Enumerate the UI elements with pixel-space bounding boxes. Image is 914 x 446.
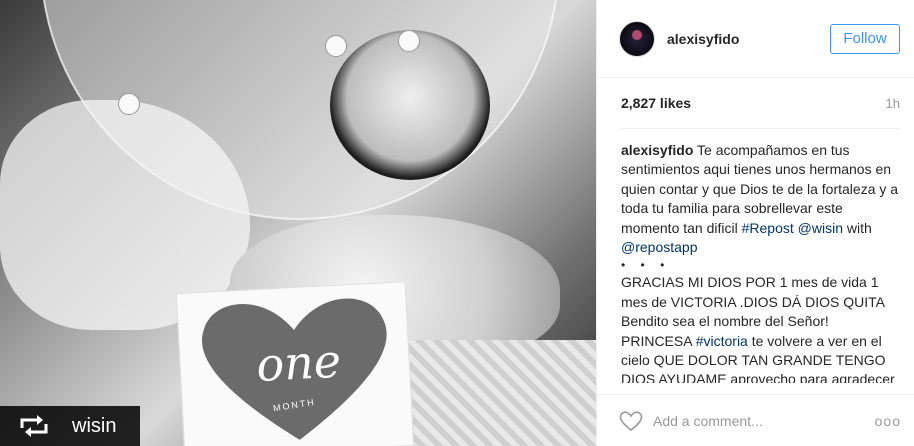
- caption-with: with: [846, 219, 872, 236]
- caption: alexisyfido Te acompañamos en tus sentim…: [597, 129, 914, 383]
- caption-username[interactable]: alexisyfido: [621, 142, 693, 158]
- hashtag-victoria[interactable]: #victoria: [696, 333, 748, 349]
- avatar[interactable]: [619, 20, 655, 57]
- more-options-icon[interactable]: ooo: [875, 413, 901, 429]
- card-word: one: [255, 333, 343, 392]
- incubator-knob: [325, 35, 347, 57]
- post-username[interactable]: alexisyfido: [667, 31, 830, 47]
- post-time[interactable]: 1h: [886, 96, 900, 111]
- mention-repostapp[interactable]: @repostapp: [621, 239, 697, 255]
- repost-badge: wisin: [0, 406, 140, 446]
- comment-input[interactable]: [653, 412, 875, 429]
- post-sidebar: alexisyfido Follow 2,827 likes 1h alexis…: [596, 0, 914, 446]
- caption-dots: • • •: [621, 258, 671, 273]
- mention-wisin[interactable]: @wisin: [798, 220, 843, 236]
- incubator-knob: [398, 30, 420, 52]
- incubator-knob: [118, 93, 140, 115]
- hashtag-repost[interactable]: #Repost: [742, 220, 794, 236]
- likes-row: 2,827 likes 1h: [597, 78, 914, 128]
- heart-icon[interactable]: [619, 410, 643, 432]
- repost-username: wisin: [72, 414, 117, 437]
- post-photo[interactable]: one MONTH wisin: [0, 0, 596, 446]
- repost-icon: [18, 414, 50, 438]
- comment-bar: ooo: [597, 394, 914, 446]
- post-header: alexisyfido Follow: [597, 0, 914, 78]
- woman-face: [330, 30, 490, 180]
- follow-button[interactable]: Follow: [830, 23, 900, 54]
- one-month-card: one MONTH: [175, 281, 415, 446]
- likes-count[interactable]: 2,827 likes: [621, 95, 691, 111]
